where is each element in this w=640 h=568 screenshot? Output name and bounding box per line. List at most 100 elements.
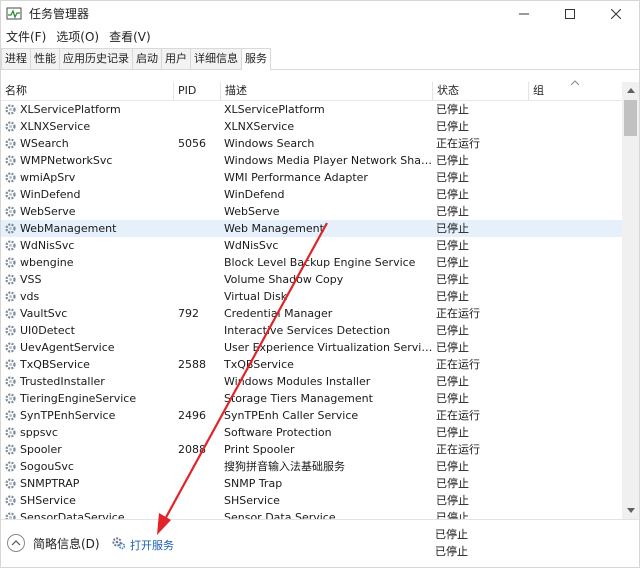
table-row[interactable]: SogouSvc 搜狗拼音输入法基础服务 已停止 <box>1 458 622 475</box>
trailing-status-text: 已停止 <box>435 545 468 558</box>
column-header-status[interactable]: 状态 <box>433 82 529 101</box>
menu-options[interactable]: 选项(O) <box>51 27 104 47</box>
service-group <box>529 237 622 254</box>
table-row[interactable]: WMPNetworkSvc Windows Media Player Networ… <box>1 152 622 169</box>
service-name: Spooler <box>20 443 62 456</box>
column-header-group[interactable]: 组 <box>529 82 622 101</box>
service-group <box>529 220 622 237</box>
service-pid <box>174 339 221 356</box>
maximize-icon <box>565 8 575 19</box>
service-name-cell: vds <box>1 288 174 305</box>
menu-view[interactable]: 查看(V) <box>104 27 156 47</box>
scroll-up-button[interactable] <box>622 82 639 99</box>
column-header-pid[interactable]: PID <box>174 82 221 101</box>
table-row[interactable]: Spooler 2088 Print Spooler 正在运行 <box>1 441 622 458</box>
column-header-name[interactable]: 名称 <box>1 82 174 101</box>
service-name: SHService <box>20 494 76 507</box>
service-status: 已停止 <box>436 324 469 337</box>
chevron-up-circle-icon <box>7 534 25 552</box>
table-row[interactable]: SynTPEnhService 2496 SynTPEnh Caller Servi… <box>1 407 622 424</box>
table-row[interactable]: SHService SHService 已停止 <box>1 492 622 509</box>
service-description: Interactive Services Detection <box>224 324 391 337</box>
tab-services[interactable]: 服务 <box>241 48 271 70</box>
service-description: SHService <box>224 494 280 507</box>
service-group <box>529 424 622 441</box>
service-group <box>529 118 622 135</box>
table-row[interactable]: WSearch 5056 Windows Search 正在运行 <box>1 135 622 152</box>
menu-file[interactable]: 文件(F) <box>1 27 51 47</box>
table-row[interactable]: WebServe WebServe 已停止 <box>1 203 622 220</box>
scroll-thumb[interactable] <box>624 100 637 136</box>
table-row[interactable]: XLNXService XLNXService 已停止 <box>1 118 622 135</box>
table-row[interactable]: TieringEngineService Storage Tiers Manage… <box>1 390 622 407</box>
service-description: Virtual Disk <box>224 290 288 303</box>
chevron-down-icon <box>626 508 635 513</box>
tab-app-history[interactable]: 应用历史记录 <box>59 48 133 69</box>
service-name-cell: UI0Detect <box>1 322 174 339</box>
table-row[interactable]: vds Virtual Disk 已停止 <box>1 288 622 305</box>
service-name-cell: SynTPEnhService <box>1 407 174 424</box>
service-description: XLServicePlatform <box>224 103 325 116</box>
tab-users[interactable]: 用户 <box>161 48 191 69</box>
service-gear-icon <box>4 494 17 507</box>
open-services-label: 打开服务 <box>130 538 174 552</box>
minimize-button[interactable] <box>501 1 547 26</box>
service-description: Block Level Backup Engine Service <box>224 256 416 269</box>
table-row[interactable]: SensorDataService Sensor Data Service 已停止 <box>1 509 622 519</box>
table-row[interactable]: VaultSvc 792 Credential Manager 正在运行 <box>1 305 622 322</box>
table-row[interactable]: wbengine Block Level Backup Engine Servic… <box>1 254 622 271</box>
service-description: Windows Modules Installer <box>224 375 371 388</box>
table-row[interactable]: WinDefend WinDefend 已停止 <box>1 186 622 203</box>
table-row[interactable]: WebManagement Web Management 已停止 <box>1 220 622 237</box>
table-row[interactable]: SNMPTRAP SNMP Trap 已停止 <box>1 475 622 492</box>
table-row[interactable]: TrustedInstaller Windows Modules Installe… <box>1 373 622 390</box>
table-row[interactable]: UevAgentService User Experience Virtualiz… <box>1 339 622 356</box>
service-name: WebServe <box>20 205 76 218</box>
maximize-button[interactable] <box>547 1 593 26</box>
service-group <box>529 288 622 305</box>
service-description: Windows Search <box>224 137 315 150</box>
table-row[interactable]: UI0Detect Interactive Services Detection 已… <box>1 322 622 339</box>
tab-performance[interactable]: 性能 <box>30 48 60 69</box>
service-description: WebServe <box>224 205 280 218</box>
table-row[interactable]: XLServicePlatform XLServicePlatform 已停止 <box>1 101 622 118</box>
tab-startup[interactable]: 启动 <box>132 48 162 69</box>
service-name: SogouSvc <box>20 460 74 473</box>
table-row[interactable]: sppsvc Software Protection 已停止 <box>1 424 622 441</box>
service-group <box>529 101 622 118</box>
table-row[interactable]: wmiApSrv WMI Performance Adapter 已停止 <box>1 169 622 186</box>
fewer-details-button[interactable]: 简略信息(D) <box>7 534 100 552</box>
vertical-scrollbar[interactable] <box>622 82 639 519</box>
service-gear-icon <box>4 120 17 133</box>
tab-processes[interactable]: 进程 <box>1 48 31 69</box>
service-name-cell: SNMPTRAP <box>1 475 174 492</box>
service-name-cell: wmiApSrv <box>1 169 174 186</box>
service-name-cell: SensorDataService <box>1 509 174 519</box>
service-name-cell: SogouSvc <box>1 458 174 475</box>
table-row[interactable]: VSS Volume Shadow Copy 已停止 <box>1 271 622 288</box>
service-pid <box>174 203 221 220</box>
service-status: 已停止 <box>436 222 469 235</box>
tab-details[interactable]: 详细信息 <box>190 48 242 69</box>
service-gear-icon <box>4 409 17 422</box>
service-name-cell: WdNisSvc <box>1 237 174 254</box>
close-icon <box>611 8 621 19</box>
service-group <box>529 203 622 220</box>
service-description: Credential Manager <box>224 307 333 320</box>
service-pid: 2496 <box>178 409 206 422</box>
table-row[interactable]: TxQBService 2588 TxQBService 正在运行 <box>1 356 622 373</box>
open-services-link[interactable]: 打开服务 <box>111 536 174 553</box>
close-button[interactable] <box>593 1 639 26</box>
service-status: 已停止 <box>436 426 469 439</box>
service-description: Storage Tiers Management <box>224 392 373 405</box>
service-name-cell: SHService <box>1 492 174 509</box>
scroll-down-button[interactable] <box>622 502 639 519</box>
column-header-description[interactable]: 描述 <box>221 82 433 101</box>
service-group <box>529 492 622 509</box>
service-status: 正在运行 <box>436 443 480 456</box>
table-row[interactable]: WdNisSvc WdNisSvc 已停止 <box>1 237 622 254</box>
title-bar: 任务管理器 <box>1 1 639 26</box>
service-gear-icon <box>4 358 17 371</box>
service-gear-icon <box>4 290 17 303</box>
service-status: 正在运行 <box>436 409 480 422</box>
